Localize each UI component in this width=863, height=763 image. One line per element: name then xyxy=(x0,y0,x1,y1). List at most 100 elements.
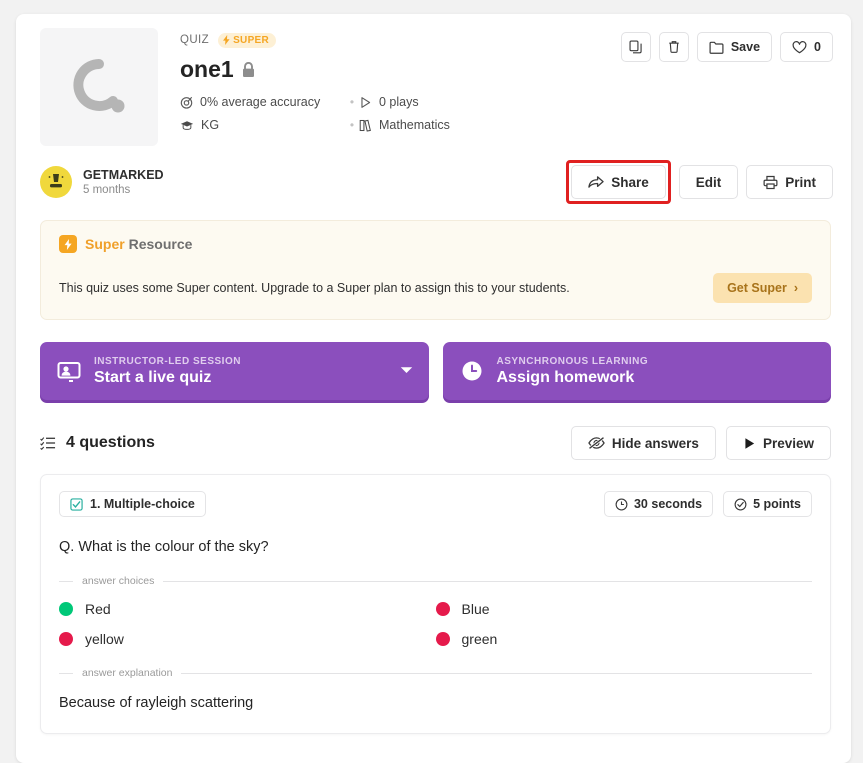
question-time-label: 30 seconds xyxy=(633,497,703,511)
hide-answers-button[interactable]: Hide answers xyxy=(570,426,716,460)
question-points-label: 5 points xyxy=(753,497,801,511)
answer-status-dot xyxy=(59,602,73,616)
quiz-card: QUIZ SUPER one1 0% average accuracy • 0 … xyxy=(16,14,851,763)
meta-separator-1: • xyxy=(349,95,355,109)
clock-icon xyxy=(459,360,485,382)
assign-homework-kicker: ASYNCHRONOUS LEARNING xyxy=(496,355,649,367)
print-button[interactable]: Print xyxy=(746,165,833,199)
author-actions: Share Edit Print xyxy=(566,160,833,204)
quizizz-logo-icon xyxy=(73,59,125,113)
answer-status-dot xyxy=(435,602,450,616)
avatar-mascot-icon xyxy=(48,174,64,188)
start-live-quiz-kicker: INSTRUCTOR-LED SESSION xyxy=(94,355,241,367)
like-count: 0 xyxy=(814,40,821,54)
answer-choice-label: green xyxy=(461,631,498,647)
print-button-label: Print xyxy=(785,174,816,190)
bolt-icon xyxy=(64,238,72,250)
questions-toolbar: 4 questions Hide answers Preview xyxy=(16,400,851,460)
share-button[interactable]: Share xyxy=(571,165,666,199)
answer-choice-label: Red xyxy=(85,601,111,617)
author-row: GETMARKED 5 months Share Edit Print xyxy=(16,146,851,220)
assign-homework-card[interactable]: ASYNCHRONOUS LEARNING Assign homework xyxy=(442,342,831,400)
divider-line-right xyxy=(181,672,812,674)
delete-button[interactable] xyxy=(658,32,689,62)
share-highlight-box: Share xyxy=(566,160,671,204)
quiz-header-actions: Save 0 xyxy=(620,28,833,146)
save-button-label: Save xyxy=(730,40,761,54)
answer-status-dot xyxy=(435,632,450,646)
presentation-icon xyxy=(56,360,82,382)
quiz-info: QUIZ SUPER one1 0% average accuracy • 0 … xyxy=(158,28,621,146)
meta-plays: 0 plays xyxy=(359,95,621,109)
super-banner-title-rest: Resource xyxy=(128,236,193,252)
super-banner-body-row: This quiz uses some Super content. Upgra… xyxy=(59,273,812,303)
super-banner-title-highlight: Super xyxy=(85,236,125,252)
chevron-down-icon-glyph xyxy=(400,367,412,373)
hide-answers-label: Hide answers xyxy=(611,435,699,451)
meta-accuracy: 0% average accuracy xyxy=(180,95,345,109)
meta-subject-label: Mathematics xyxy=(379,118,450,132)
edit-button[interactable]: Edit xyxy=(678,165,739,199)
avatar xyxy=(40,166,72,198)
target-icon xyxy=(180,96,193,109)
book-icon xyxy=(359,119,371,132)
author-info: GETMARKED 5 months xyxy=(72,168,164,196)
question-time-badge: 30 seconds xyxy=(603,491,714,517)
answer-explanation-divider-label: answer explanation xyxy=(82,667,173,679)
assign-homework-label: Assign homework xyxy=(496,368,635,386)
super-resource-banner: Super Resource This quiz uses some Super… xyxy=(40,220,831,320)
printer-icon xyxy=(763,175,778,189)
bolt-icon xyxy=(223,35,230,45)
list-icon xyxy=(40,437,56,450)
get-super-label: Get Super xyxy=(727,281,787,295)
save-button[interactable]: Save xyxy=(696,32,773,62)
quiz-meta: 0% average accuracy • 0 plays KG • Mathe… xyxy=(180,95,621,132)
question-meta: 30 seconds 5 points xyxy=(603,491,812,517)
quiz-thumbnail xyxy=(40,28,158,146)
answer-choice: yellow xyxy=(59,631,436,647)
eye-off-icon xyxy=(588,436,605,450)
answer-choices-divider-label: answer choices xyxy=(82,575,155,587)
question-points-badge: 5 points xyxy=(723,491,812,517)
super-badge: SUPER xyxy=(218,32,277,48)
lock-icon xyxy=(242,61,254,77)
question-type-label: 1. Multiple-choice xyxy=(90,497,195,511)
author-name: GETMARKED xyxy=(83,168,164,182)
clock-icon-glyph xyxy=(462,361,481,381)
divider-line-right xyxy=(163,580,812,582)
question-card-header: 1. Multiple-choice 30 seconds 5 points xyxy=(59,491,812,517)
answer-explanation-divider: answer explanation xyxy=(59,667,812,679)
super-banner-description: This quiz uses some Super content. Upgra… xyxy=(59,281,570,295)
answer-choice: Red xyxy=(59,601,436,617)
quiz-type-label: QUIZ xyxy=(180,34,210,46)
meta-grade: KG xyxy=(180,118,345,132)
chevron-right-icon: › xyxy=(793,281,798,295)
start-live-quiz-label: Start a live quiz xyxy=(94,368,212,386)
share-icon xyxy=(588,176,604,188)
meta-separator-2: • xyxy=(349,118,355,132)
trash-icon xyxy=(669,41,679,53)
meta-plays-label: 0 plays xyxy=(379,95,419,109)
answer-choice-label: yellow xyxy=(85,631,124,647)
divider-line-left xyxy=(59,580,73,582)
meta-grade-label: KG xyxy=(201,118,220,132)
checkbox-icon xyxy=(70,497,83,511)
author-timestamp: 5 months xyxy=(83,184,131,196)
duplicate-button[interactable] xyxy=(620,32,651,62)
answer-explanation: Because of rayleigh scattering xyxy=(59,695,254,711)
super-banner-title-row: Super Resource xyxy=(59,235,812,253)
questions-count-label: 4 questions xyxy=(66,434,155,451)
preview-button[interactable]: Preview xyxy=(725,426,831,460)
questions-toolbar-actions: Hide answers Preview xyxy=(570,426,831,460)
meta-accuracy-label: 0% average accuracy xyxy=(200,95,321,109)
like-button[interactable]: 0 xyxy=(780,32,833,62)
question-type-badge: 1. Multiple-choice xyxy=(59,491,206,517)
start-live-quiz-card[interactable]: INSTRUCTOR-LED SESSION Start a live quiz xyxy=(40,342,429,400)
divider-line-left xyxy=(59,672,73,674)
share-button-label: Share xyxy=(611,174,649,190)
get-super-button[interactable]: Get Super › xyxy=(713,273,812,303)
quiz-detail-page: QUIZ SUPER one1 0% average accuracy • 0 … xyxy=(0,0,863,763)
graduation-cap-icon xyxy=(180,120,194,130)
chevron-down-icon[interactable] xyxy=(400,362,413,380)
play-icon xyxy=(361,96,371,108)
